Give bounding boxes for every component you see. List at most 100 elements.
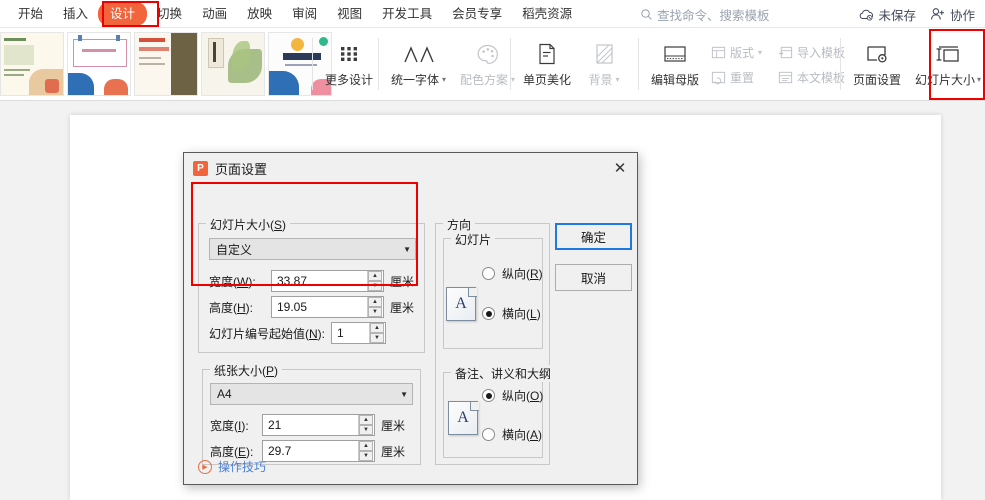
template-thumbnail[interactable] [67,32,131,96]
menu-tab-review[interactable]: 审阅 [282,3,327,25]
paper-size-group: 纸张大小(P) A4 ▼ 宽度(I): 21 ▲ ▼ 厘米 高度(E): 29.… [202,362,421,465]
slide-width-label-key: W [237,274,249,289]
search-input[interactable]: 查找命令、搜索模板 [640,4,770,24]
chevron-down-icon: ▼ [400,389,408,399]
slide-height-label-prefix: 高度( [209,300,237,315]
slide-number-label: 幻灯片编号起始值(N): [209,325,331,342]
slide-height-stepper[interactable]: ▲ ▼ [367,297,382,317]
stepper-down-icon[interactable]: ▼ [368,281,382,291]
template-thumbnail[interactable] [0,32,64,96]
paper-size-preset-select[interactable]: A4 ▼ [210,383,413,405]
slide-landscape-radio[interactable]: 横向(L) [482,305,541,322]
stepper-up-icon[interactable]: ▲ [368,271,382,281]
chevron-down-icon[interactable]: ▾ [977,75,981,84]
slide-number-stepper[interactable]: ▲ ▼ [369,323,384,343]
chevron-down-icon[interactable]: ▾ [442,75,446,84]
search-placeholder-text: 查找命令、搜索模板 [657,8,770,23]
slide-number-value: 1 [337,326,344,340]
menu-tab-view[interactable]: 视图 [327,3,372,25]
chevron-down-icon[interactable]: ▾ [511,75,515,84]
paper-width-input[interactable]: 21 ▲ ▼ [262,414,375,436]
stepper-up-icon[interactable]: ▲ [368,297,382,307]
unify-font-button[interactable]: 统一字体 ▾ [384,39,453,90]
menu-tab-design[interactable]: 设计 [98,2,148,26]
menu-tab-animation[interactable]: 动画 [192,3,237,25]
slide-number-label-suffix: ): [317,326,326,341]
stepper-up-icon[interactable]: ▲ [359,415,373,425]
stepper-up-icon[interactable]: ▲ [359,441,373,451]
edit-master-label: 编辑母版 [651,73,700,87]
template-thumbnail[interactable] [134,32,198,96]
orientation-group: 方向 幻灯片 A 纵向(R) 横向(L) 备注、讲义和大纲 A 纵向(O) 横向… [435,216,556,465]
tips-link[interactable]: ▶ 操作技巧 [198,458,266,475]
menu-tab-member[interactable]: 会员专享 [442,3,512,25]
slide-portrait-prefix: 纵向( [502,267,530,281]
stepper-down-icon[interactable]: ▼ [370,333,384,343]
menu-tab-transition[interactable]: 切换 [147,3,192,25]
edit-master-button[interactable]: 编辑母版 [644,39,706,90]
slide-number-label-prefix: 幻灯片编号起始值( [209,326,309,341]
slide-height-input[interactable]: 19.05 ▲ ▼ [271,296,384,318]
stepper-up-icon[interactable]: ▲ [370,323,384,333]
document-icon [536,41,558,67]
slide-width-stepper[interactable]: ▲ ▼ [367,271,382,291]
slide-size-legend-prefix: 幻灯片大小( [210,218,274,232]
page-beautify-button[interactable]: 单页美化 [516,39,578,90]
radio-indicator[interactable] [482,307,495,320]
slide-height-label: 高度(H): [209,299,271,316]
slide-size-preset-select[interactable]: 自定义 ▼ [209,238,416,260]
paper-width-label: 宽度(I): [210,417,262,434]
close-icon[interactable]: ✕ [609,158,631,178]
chevron-down-icon[interactable]: ▾ [758,48,762,57]
collaborate-button[interactable]: 协作 [930,5,975,24]
stepper-down-icon[interactable]: ▼ [359,451,373,461]
slide-number-input[interactable]: 1 ▲ ▼ [331,322,386,344]
notes-portrait-prefix: 纵向( [502,389,530,403]
radio-indicator[interactable] [482,428,495,441]
template-icon [778,71,793,83]
slide-width-input[interactable]: 33.87 ▲ ▼ [271,270,384,292]
reset-button[interactable]: 重置 [706,66,767,88]
slide-width-unit: 厘米 [390,274,415,289]
ribbon-group-more-design: 更多设计 [318,28,380,101]
notes-portrait-radio[interactable]: 纵向(O) [482,387,543,404]
paper-width-label-prefix: 宽度( [210,418,238,433]
chevron-down-icon[interactable]: ▾ [616,75,620,84]
menu-tab-developer[interactable]: 开发工具 [372,3,442,25]
radio-indicator[interactable] [482,389,495,402]
slide-portrait-radio[interactable]: 纵向(R) [482,265,543,282]
slide-width-value: 33.87 [277,274,308,288]
menu-tab-slideshow[interactable]: 放映 [237,3,282,25]
cancel-button[interactable]: 取消 [555,264,632,291]
menu-tab-insert[interactable]: 插入 [53,3,98,25]
dialog-title-bar: P 页面设置 ✕ [184,153,637,183]
this-template-button[interactable]: 本文模板 [773,66,850,88]
import-template-button[interactable]: 导入模板 [773,41,850,63]
paper-width-stepper[interactable]: ▲ ▼ [358,415,373,435]
paper-width-value: 21 [268,418,282,432]
paper-height-stepper[interactable]: ▲ ▼ [358,441,373,461]
slide-size-group-legend: 幻灯片大小(S) [206,216,291,233]
menu-bar: 开始 插入 设计 切换 动画 放映 审阅 视图 开发工具 会员专享 稻壳资源 查… [0,0,985,28]
ok-button[interactable]: 确定 [555,223,632,250]
color-scheme-button[interactable]: 配色方案 ▾ [453,39,522,90]
layout-button[interactable]: 版式 ▾ [706,41,767,63]
template-thumbnail[interactable] [201,32,265,96]
paper-height-label: 高度(E): [210,443,262,460]
grid-icon [338,41,360,67]
stepper-down-icon[interactable]: ▼ [359,425,373,435]
design-template-gallery[interactable] [0,32,332,96]
save-status-button[interactable]: 未保存 [858,5,916,24]
menu-tab-docer[interactable]: 稻壳资源 [512,3,582,25]
stepper-down-icon[interactable]: ▼ [368,307,382,317]
menu-tab-start[interactable]: 开始 [8,3,53,25]
more-design-button[interactable]: 更多设计 [318,39,380,90]
page-setup-button[interactable]: 页面设置 [846,39,908,90]
collaborate-label: 协作 [949,8,975,23]
radio-indicator[interactable] [482,267,495,280]
notes-landscape-radio[interactable]: 横向(A) [482,426,542,443]
slide-size-button[interactable]: 幻灯片大小 ▾ [908,39,985,90]
paper-height-input[interactable]: 29.7 ▲ ▼ [262,440,375,462]
background-button[interactable]: 背景 ▾ [578,39,630,90]
slide-orientation-legend: 幻灯片 [451,231,496,248]
